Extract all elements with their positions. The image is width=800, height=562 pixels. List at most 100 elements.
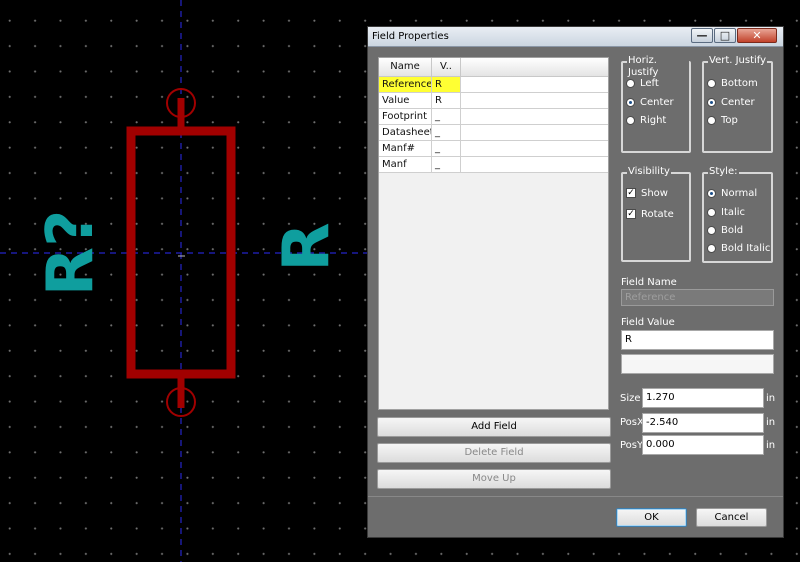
- value-text[interactable]: R: [270, 222, 344, 271]
- row-value: _: [432, 109, 461, 124]
- minimize-button[interactable]: —: [691, 28, 713, 43]
- horiz-justify-group: Horiz. Justify Left Center Right: [621, 55, 691, 153]
- option-label: Center: [640, 96, 674, 108]
- row-name: Reference: [379, 77, 432, 92]
- radio-icon: [707, 115, 716, 125]
- horiz-left-option[interactable]: Left: [626, 76, 659, 90]
- horiz-right-option[interactable]: Right: [626, 113, 666, 127]
- row-value: _: [432, 141, 461, 156]
- cancel-button[interactable]: Cancel: [696, 508, 767, 527]
- field-properties-dialog: Field Properties — □ ✕ Name V.. Referenc…: [367, 26, 784, 538]
- row-name: Manf#: [379, 141, 432, 156]
- checkbox-label: Show: [641, 187, 668, 199]
- row-name: Datasheet: [379, 125, 432, 140]
- checkbox-checked-icon: ✓: [626, 209, 636, 219]
- option-label: Top: [721, 114, 738, 126]
- posx-unit: in: [766, 417, 776, 428]
- radio-icon: [707, 243, 716, 253]
- style-bold-option[interactable]: Bold: [707, 223, 743, 237]
- delete-field-button[interactable]: Delete Field: [377, 443, 611, 463]
- fields-list[interactable]: Name V.. Reference R Value R Footprint _…: [378, 57, 609, 410]
- maximize-button[interactable]: □: [714, 28, 736, 43]
- move-up-button[interactable]: Move Up: [377, 469, 611, 489]
- size-input[interactable]: 1.270: [642, 388, 764, 408]
- radio-icon: [707, 78, 716, 88]
- vert-center-option[interactable]: Center: [707, 95, 755, 109]
- size-label: Size: [620, 393, 641, 404]
- row-name: Value: [379, 93, 432, 108]
- style-normal-option[interactable]: Normal: [707, 186, 757, 200]
- minimize-icon: —: [696, 29, 708, 42]
- option-label: Right: [640, 114, 667, 126]
- row-blank: [461, 93, 608, 108]
- radio-icon: [626, 115, 635, 125]
- style-italic-option[interactable]: Italic: [707, 205, 745, 219]
- checkbox-checked-icon: ✓: [626, 188, 636, 198]
- posx-label: PosX: [620, 417, 644, 428]
- close-icon: ✕: [752, 29, 762, 42]
- vert-justify-label: Vert. Justify: [708, 55, 768, 67]
- list-row-reference[interactable]: Reference R: [379, 77, 608, 93]
- option-label: Left: [640, 77, 659, 89]
- ok-button[interactable]: OK: [616, 508, 687, 527]
- radio-selected-icon: [707, 97, 716, 107]
- vert-top-option[interactable]: Top: [707, 113, 738, 127]
- option-label: Bottom: [721, 77, 758, 89]
- row-value: R: [432, 77, 461, 92]
- list-row-manf-number[interactable]: Manf# _: [379, 141, 608, 157]
- row-blank: [461, 109, 608, 124]
- row-value: R: [432, 93, 461, 108]
- dialog-titlebar[interactable]: Field Properties — □ ✕: [368, 27, 783, 47]
- row-blank: [461, 141, 608, 156]
- list-row-datasheet[interactable]: Datasheet _: [379, 125, 608, 141]
- style-bold-italic-option[interactable]: Bold Italic: [707, 241, 770, 255]
- radio-selected-icon: [707, 188, 716, 198]
- style-group: Style: Normal Italic Bold Bold Italic: [702, 166, 773, 263]
- row-blank: [461, 157, 608, 172]
- option-label: Bold: [721, 224, 744, 236]
- maximize-icon: □: [719, 29, 731, 42]
- field-name-input[interactable]: Reference: [621, 289, 774, 306]
- row-value: _: [432, 157, 461, 172]
- horiz-center-option[interactable]: Center: [626, 95, 674, 109]
- option-label: Center: [721, 96, 755, 108]
- option-label: Normal: [721, 187, 758, 199]
- add-field-button[interactable]: Add Field: [377, 417, 611, 437]
- radio-icon: [707, 225, 716, 235]
- style-label: Style:: [708, 166, 739, 178]
- rotate-checkbox[interactable]: ✓ Rotate: [626, 207, 674, 221]
- row-blank: [461, 77, 608, 92]
- posy-input[interactable]: 0.000: [642, 435, 764, 455]
- dialog-title: Field Properties: [372, 31, 449, 42]
- row-blank: [461, 125, 608, 140]
- row-value: _: [432, 125, 461, 140]
- list-row-footprint[interactable]: Footprint _: [379, 109, 608, 125]
- field-value-input[interactable]: R: [621, 330, 774, 350]
- radio-icon: [626, 78, 635, 88]
- list-row-value[interactable]: Value R: [379, 93, 608, 109]
- option-label: Italic: [721, 206, 746, 218]
- column-header-name[interactable]: Name: [379, 58, 432, 76]
- field-value-label: Field Value: [621, 317, 675, 328]
- extra-value-input[interactable]: [621, 354, 774, 374]
- row-name: Manf: [379, 157, 432, 172]
- column-header-extra: [461, 58, 608, 76]
- option-label: Bold Italic: [721, 242, 771, 254]
- visibility-group: Visibility ✓ Show ✓ Rotate: [621, 166, 691, 262]
- visibility-label: Visibility: [627, 166, 671, 178]
- footer-separator: [368, 496, 783, 497]
- field-name-label: Field Name: [621, 277, 677, 288]
- checkbox-label: Rotate: [641, 208, 674, 220]
- list-header: Name V..: [379, 58, 608, 77]
- row-name: Footprint: [379, 109, 432, 124]
- list-row-manf[interactable]: Manf _: [379, 157, 608, 173]
- size-unit: in: [766, 393, 776, 404]
- close-button[interactable]: ✕: [737, 28, 777, 43]
- posy-unit: in: [766, 440, 776, 451]
- show-checkbox[interactable]: ✓ Show: [626, 186, 668, 200]
- vert-bottom-option[interactable]: Bottom: [707, 76, 758, 90]
- radio-icon: [707, 207, 716, 217]
- reference-designator-text[interactable]: R?: [34, 210, 108, 296]
- column-header-value[interactable]: V..: [432, 58, 461, 76]
- posx-input[interactable]: -2.540: [642, 413, 764, 433]
